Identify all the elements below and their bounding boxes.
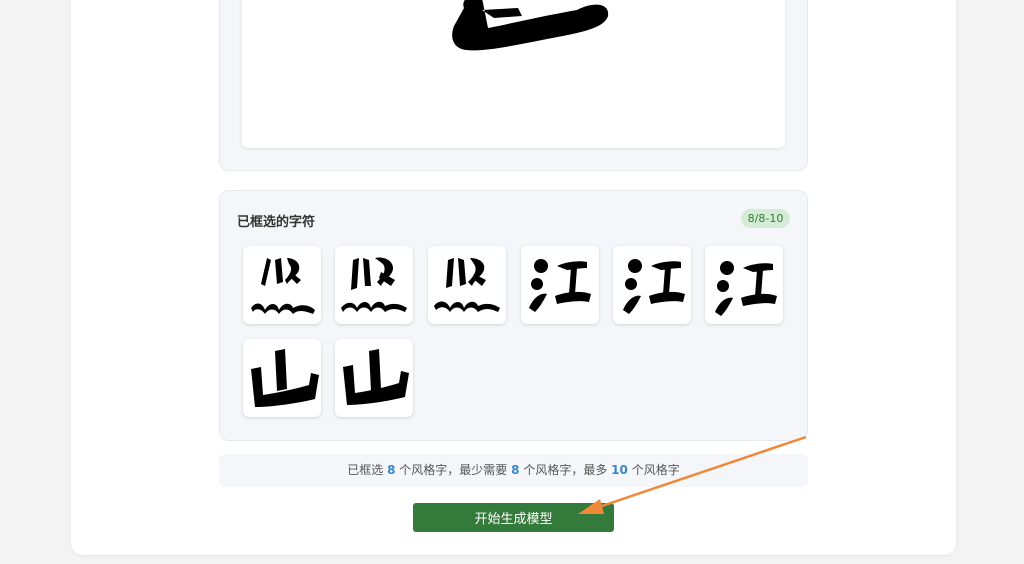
character-thumbnail[interactable]: [613, 246, 691, 324]
character-thumbnail[interactable]: [521, 246, 599, 324]
selected-count: 8: [387, 463, 396, 477]
preview-glyph: [452, 0, 609, 51]
info-text-3: 个风格字: [631, 463, 680, 477]
glyph-thumbnail-icon: [434, 258, 500, 312]
max-count: 10: [611, 463, 628, 477]
glyph-thumbnail-icon: [341, 257, 407, 312]
min-count: 8: [511, 463, 520, 477]
glyph-thumbnail-icon: [623, 259, 685, 314]
glyph-thumbnail-icon: [529, 259, 591, 312]
selection-info-bar: 已框选 8 个风格字，最少需要 8 个风格字，最多 10 个风格字: [219, 454, 808, 487]
selected-count-badge: 8/8-10: [741, 209, 790, 228]
character-thumbnail[interactable]: [335, 246, 413, 324]
character-thumbnail[interactable]: [705, 246, 783, 324]
character-thumbnail[interactable]: [335, 339, 413, 417]
character-thumbnail[interactable]: [243, 246, 321, 324]
glyph-thumbnail-icon: [715, 261, 777, 316]
glyph-thumbnail-icon: [251, 258, 315, 314]
character-thumbnail[interactable]: [428, 246, 506, 324]
character-thumbnail[interactable]: [243, 339, 321, 417]
info-text-1: 个风格字，最少需要: [399, 463, 508, 477]
glyph-thumbnail-icon: [251, 349, 319, 407]
selected-characters-title: 已框选的字符: [237, 215, 316, 230]
start-generate-model-button[interactable]: 开始生成模型: [413, 503, 614, 532]
info-prefix: 已框选: [347, 463, 384, 477]
preview-canvas: [242, 0, 785, 148]
info-text-2: 个风格字，最多: [523, 463, 608, 477]
glyph-thumbnail-icon: [343, 349, 409, 405]
